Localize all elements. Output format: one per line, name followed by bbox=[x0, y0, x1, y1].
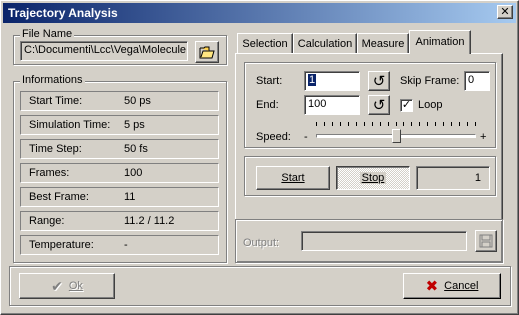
reset-end-button[interactable]: ↺ bbox=[368, 95, 390, 115]
slider-tick bbox=[388, 122, 389, 126]
informations-legend: Informations bbox=[20, 74, 85, 86]
start-label: Start: bbox=[256, 75, 283, 87]
info-label: Start Time: bbox=[29, 95, 83, 107]
skip-frame-input[interactable]: 0 bbox=[464, 71, 490, 91]
end-label: End: bbox=[256, 99, 279, 111]
cancel-button[interactable]: ✖ Cancel bbox=[403, 273, 501, 299]
info-label: Frames: bbox=[29, 167, 70, 179]
folder-open-icon bbox=[199, 46, 215, 59]
info-value: 11.2 / 11.2 bbox=[124, 215, 175, 227]
skip-frame-label: Skip Frame: bbox=[400, 75, 460, 87]
slider-tick bbox=[427, 122, 428, 126]
info-label: Best Frame: bbox=[29, 191, 89, 203]
undo-icon: ↺ bbox=[372, 96, 386, 114]
close-icon: ✕ bbox=[500, 5, 510, 18]
speed-plus-label: + bbox=[480, 131, 487, 143]
info-value: 50 ps bbox=[124, 95, 151, 107]
floppy-disk-icon bbox=[479, 234, 493, 248]
checkmark-icon: ✓ bbox=[401, 99, 412, 111]
tab-selection[interactable]: Selection bbox=[237, 33, 293, 53]
info-row-temperature: Temperature: - bbox=[20, 235, 219, 255]
frame-counter: 1 bbox=[416, 166, 490, 190]
speed-slider-ticks bbox=[316, 122, 476, 127]
tab-animation[interactable]: Animation bbox=[409, 30, 471, 54]
save-output-button[interactable] bbox=[475, 230, 497, 252]
slider-tick bbox=[467, 122, 468, 126]
slider-tick bbox=[419, 122, 420, 126]
info-label: Temperature: bbox=[29, 239, 94, 251]
checkmark-icon: ✔ bbox=[51, 277, 63, 294]
info-row-time-step: Time Step: 50 fs bbox=[20, 139, 219, 159]
ok-button-label: Ok bbox=[68, 280, 83, 292]
open-file-button[interactable] bbox=[195, 41, 219, 63]
info-row-range: Range: 11.2 / 11.2 bbox=[20, 211, 219, 231]
info-label: Simulation Time: bbox=[29, 119, 111, 131]
slider-tick bbox=[372, 122, 373, 126]
start-frame-input[interactable]: 1 bbox=[304, 71, 360, 91]
ok-button[interactable]: ✔ Ok bbox=[19, 273, 115, 299]
cancel-button-label: Cancel bbox=[444, 280, 479, 292]
speed-label: Speed: bbox=[256, 131, 291, 143]
output-label: Output: bbox=[243, 237, 280, 249]
slider-tick bbox=[380, 122, 381, 126]
info-value: 11 bbox=[124, 191, 136, 203]
loop-checkbox[interactable]: ✓ bbox=[400, 99, 413, 112]
slider-tick bbox=[451, 122, 452, 126]
close-button[interactable]: ✕ bbox=[497, 5, 513, 19]
file-name-legend: File Name bbox=[20, 28, 75, 40]
start-button[interactable]: Start bbox=[256, 166, 330, 190]
info-label: Time Step: bbox=[29, 143, 82, 155]
info-row-frames: Frames: 100 bbox=[20, 163, 219, 183]
output-field[interactable] bbox=[301, 231, 467, 251]
tab-calculation[interactable]: Calculation bbox=[293, 33, 357, 53]
cancel-x-icon: ✖ bbox=[425, 278, 439, 295]
info-value: - bbox=[124, 239, 128, 251]
end-frame-input[interactable]: 100 bbox=[304, 95, 360, 115]
tab-measure[interactable]: Measure bbox=[357, 33, 409, 53]
slider-tick bbox=[443, 122, 444, 126]
info-row-simulation-time: Simulation Time: 5 ps bbox=[20, 115, 219, 135]
speed-slider-thumb[interactable] bbox=[392, 129, 401, 143]
slider-tick bbox=[332, 122, 333, 126]
slider-tick bbox=[403, 122, 404, 126]
loop-label: Loop bbox=[418, 99, 443, 111]
window-title: Trajectory Analysis bbox=[8, 6, 118, 20]
trajectory-analysis-dialog: Trajectory Analysis ✕ File Name C:\Docum… bbox=[0, 0, 519, 315]
stop-button[interactable]: Stop bbox=[336, 166, 410, 190]
slider-tick bbox=[435, 122, 436, 126]
slider-tick bbox=[324, 122, 325, 126]
info-value: 100 bbox=[124, 167, 143, 179]
slider-tick bbox=[340, 122, 341, 126]
info-value: 5 ps bbox=[124, 119, 145, 131]
start-button-label: Start bbox=[281, 172, 305, 184]
title-bar[interactable]: Trajectory Analysis ✕ bbox=[3, 3, 516, 23]
stop-button-label: Stop bbox=[359, 172, 387, 184]
slider-tick bbox=[396, 122, 397, 126]
info-label: Range: bbox=[29, 215, 65, 227]
slider-tick bbox=[364, 122, 365, 126]
slider-tick bbox=[348, 122, 349, 126]
slider-tick bbox=[356, 122, 357, 126]
start-frame-value: 1 bbox=[308, 74, 317, 86]
slider-tick bbox=[459, 122, 460, 126]
reset-start-button[interactable]: ↺ bbox=[368, 71, 390, 91]
undo-icon: ↺ bbox=[372, 72, 386, 90]
slider-tick bbox=[475, 122, 476, 126]
info-row-best-frame: Best Frame: 11 bbox=[20, 187, 219, 207]
info-value: 50 fs bbox=[124, 143, 148, 155]
slider-tick bbox=[316, 122, 317, 126]
slider-tick bbox=[411, 122, 412, 126]
info-row-start-time: Start Time: 50 ps bbox=[20, 91, 219, 111]
file-path-field[interactable]: C:\Documenti\Lcc\Vega\Molecule bbox=[20, 41, 188, 61]
speed-minus-label: - bbox=[304, 131, 308, 143]
